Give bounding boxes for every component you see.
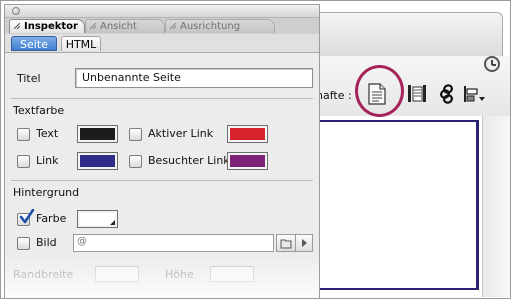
link-color-checkbox[interactable] [17, 155, 30, 168]
visited-link-fill [230, 155, 265, 167]
background-heading: Hintergrund [13, 186, 80, 199]
visited-link-checkbox[interactable] [129, 155, 142, 168]
text-color-checkbox[interactable] [17, 128, 30, 141]
align-dropdown-icon[interactable] [461, 82, 487, 106]
code-split-icon[interactable] [406, 82, 428, 106]
history-clock-icon[interactable] [484, 56, 500, 72]
link-color-fill [80, 155, 115, 167]
separator [11, 98, 313, 99]
title-label: Titel [17, 72, 41, 85]
point-to-file-icon[interactable]: @ [77, 236, 87, 247]
text-color-label: Text [36, 127, 59, 140]
palette-titlebar[interactable] [5, 5, 319, 18]
subtab-row: Seite HTML [5, 34, 319, 53]
margin-height-field[interactable] [210, 266, 254, 282]
active-link-checkbox[interactable] [129, 128, 142, 141]
tab-inspektor[interactable]: Inspektor [9, 19, 85, 33]
tab-ausrichtung-label: Ausrichtung [180, 21, 241, 32]
tab-grip-icon [14, 23, 20, 29]
text-color-swatch[interactable] [77, 125, 118, 143]
palette-tab-row: Inspektor Ansicht Ausrichtung [5, 18, 319, 34]
folder-icon [280, 239, 292, 249]
active-link-fill [230, 128, 265, 140]
document-scrollbar[interactable] [482, 116, 510, 297]
text-color-heading: Textfarbe [13, 104, 65, 117]
link-color-label: Link [36, 154, 59, 167]
browse-folder-icon[interactable] [276, 234, 296, 252]
close-icon[interactable] [12, 7, 20, 15]
document-titlebar [306, 12, 503, 57]
inspector-palette: Inspektor Ansicht Ausrichtung Seite HTML… [4, 4, 320, 298]
expand-arrow-button[interactable] [296, 234, 313, 252]
highlight-circle [355, 65, 404, 117]
link-chain-icon[interactable] [436, 82, 458, 106]
margin-width-label: Randbreite [13, 268, 74, 281]
tab-grip-icon [170, 23, 176, 29]
link-color-swatch[interactable] [77, 152, 118, 170]
title-field[interactable]: Unbenannte Seite [75, 68, 313, 88]
tab-ansicht[interactable]: Ansicht [85, 19, 165, 33]
background-image-label: Bild [36, 236, 57, 249]
text-color-fill [80, 128, 115, 140]
tab-grip-icon [90, 23, 96, 29]
document-window: hafte : [306, 12, 510, 297]
background-image-field[interactable]: @ [73, 234, 274, 252]
tab-inspektor-label: Inspektor [24, 21, 78, 32]
toolbar-properties-text: hafte [316, 89, 345, 102]
subtab-html[interactable]: HTML [61, 36, 101, 51]
margin-width-field[interactable] [95, 266, 139, 282]
background-color-label: Farbe [36, 212, 67, 225]
active-link-swatch[interactable] [227, 125, 268, 143]
active-link-label: Aktiver Link [148, 127, 214, 140]
separator [11, 180, 313, 181]
margin-height-label: Höhe [165, 268, 194, 281]
subtab-seite[interactable]: Seite [11, 36, 57, 51]
background-color-swatch[interactable] [77, 210, 118, 228]
tab-ausrichtung[interactable]: Ausrichtung [165, 19, 275, 33]
visited-link-swatch[interactable] [227, 152, 268, 170]
visited-link-label: Besuchter Link [148, 154, 230, 167]
swatch-dropdown-corner-icon [110, 220, 115, 225]
background-image-checkbox[interactable] [17, 237, 30, 250]
checkmark-icon [19, 209, 35, 224]
toolbar-properties-separator: : [347, 89, 352, 102]
tab-ansicht-label: Ansicht [100, 21, 137, 32]
toolbar-properties-label: hafte : [316, 89, 352, 102]
document-canvas[interactable] [310, 120, 479, 290]
